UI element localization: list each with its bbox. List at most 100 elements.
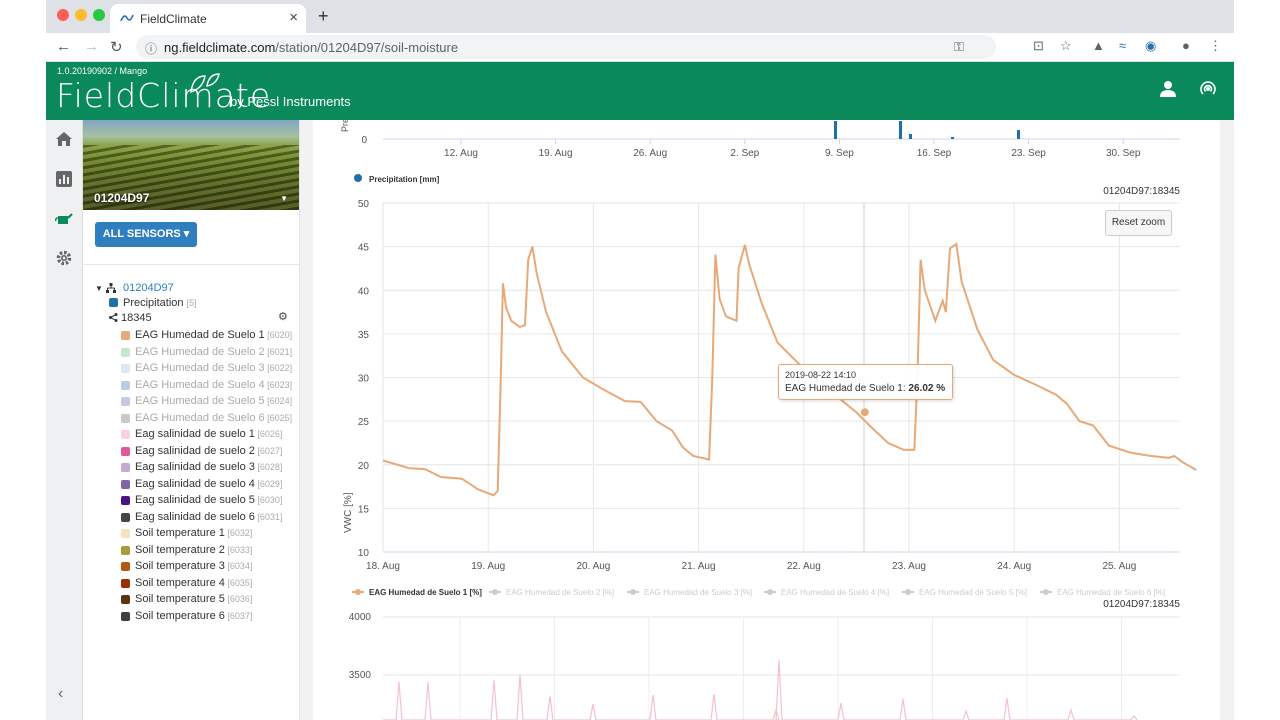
chart-tooltip: 2019-08-22 14:10 EAG Humedad de Suelo 1:… xyxy=(778,364,953,400)
precip-legend-label[interactable]: Precipitation [mm] xyxy=(369,175,440,184)
vwc-x-tick-label: 18. Aug xyxy=(366,561,400,572)
tree-expand-icon[interactable]: ▼ xyxy=(95,284,103,293)
salinity-series-line xyxy=(383,659,1138,720)
vwc-legend: EAG Humedad de Suelo 1 [%] EAG Humedad de… xyxy=(352,588,1165,597)
tree-root-station[interactable]: 01204D97 xyxy=(123,282,174,294)
watering-can-icon[interactable] xyxy=(55,209,73,227)
legend-marker xyxy=(492,589,498,595)
translate-icon[interactable]: ⊡ xyxy=(1033,38,1044,54)
sensor-swatch xyxy=(121,512,130,522)
sensor-item[interactable]: Soil temperature 3 [6034] xyxy=(135,560,252,572)
profile-icon[interactable]: ● xyxy=(1182,38,1190,53)
chart-icon[interactable] xyxy=(55,170,73,188)
drive-extension-icon[interactable]: ▲ xyxy=(1092,38,1105,53)
bookmark-star-icon[interactable]: ☆ xyxy=(1060,38,1072,54)
salinity-chart: 4000 3500 xyxy=(349,612,1180,720)
user-icon[interactable] xyxy=(1160,80,1176,98)
legend-item[interactable]: EAG Humedad de Suelo 1 [%] xyxy=(369,588,482,597)
sensor-item[interactable]: EAG Humedad de Suelo 3 [6022] xyxy=(135,362,292,374)
hover-data-point[interactable] xyxy=(859,407,870,418)
node-settings-icon[interactable]: ⚙ xyxy=(278,310,288,323)
extension-icon[interactable]: ≈ xyxy=(1119,38,1126,53)
tab-close-icon[interactable]: × xyxy=(289,9,298,26)
back-icon[interactable]: ← xyxy=(56,38,71,55)
browser-tab[interactable]: FieldClimate × xyxy=(110,4,306,33)
sensor-item[interactable]: Eag salinidad de suelo 4 [6029] xyxy=(135,478,282,490)
signal-icon[interactable] xyxy=(1199,80,1217,98)
sensor-swatch xyxy=(121,562,130,571)
key-icon[interactable]: ⚿ xyxy=(954,39,964,55)
sensor-label: Eag salinidad de suelo 4 xyxy=(135,477,255,490)
legend-item[interactable]: EAG Humedad de Suelo 2 [%] xyxy=(506,588,614,597)
sensor-item[interactable]: Soil temperature 1 [6032] xyxy=(135,527,252,539)
sensor-item[interactable]: EAG Humedad de Suelo 4 [6023] xyxy=(135,379,292,391)
station-sidebar: 01204D97 ▼ ALL SENSORS ▾ ▼ 01204D97 Prec… xyxy=(83,120,300,720)
tooltip-date: 2019-08-22 14:10 xyxy=(785,370,857,380)
sensor-item[interactable]: Eag salinidad de suelo 6 [6031] xyxy=(135,511,282,523)
reset-zoom-button[interactable]: Reset zoom xyxy=(1105,210,1172,236)
vwc-x-tick-label: 24. Aug xyxy=(997,561,1031,572)
url-host: ng.fieldclimate.com xyxy=(164,40,276,55)
app-header: 1.0.20190902 / Mango FieldClimate by Pes… xyxy=(46,62,1234,120)
sensor-code: [6032] xyxy=(224,528,253,538)
new-tab-icon[interactable]: + xyxy=(318,6,329,27)
legend-item[interactable]: EAG Humedad de Suelo 6 [%] xyxy=(1057,588,1165,597)
station-dropdown-icon[interactable]: ▼ xyxy=(280,194,288,203)
vwc-y-tick-label: 25 xyxy=(358,417,370,428)
main-content: 0 Prec 12. Aug 19. Aug 26. Aug 2. Sep 9. Sep… xyxy=(300,120,1234,720)
tab-strip: FieldClimate × + xyxy=(46,0,1234,33)
precip-x-tick-label: 16. Sep xyxy=(917,148,952,159)
legend-item[interactable]: EAG Humedad de Suelo 5 [%] xyxy=(919,588,1027,597)
tab-title: FieldClimate xyxy=(140,12,207,26)
sensor-item[interactable]: EAG Humedad de Suelo 1 [6020] xyxy=(135,329,292,341)
sensor-swatch xyxy=(121,380,130,390)
all-sensors-button[interactable]: ALL SENSORS ▾ xyxy=(95,222,197,247)
sensor-code: [6037] xyxy=(224,610,253,621)
gear-icon[interactable] xyxy=(55,249,73,267)
station-name: 01204D97 xyxy=(94,191,150,205)
sensor-item[interactable]: Soil temperature 4 [6035] xyxy=(135,577,252,589)
sensor-item[interactable]: Eag salinidad de suelo 1 [6026] xyxy=(135,428,282,440)
reload-icon[interactable]: ↻ xyxy=(110,38,123,56)
fieldclimate-favicon-icon xyxy=(120,14,134,22)
sensor-swatch xyxy=(121,397,130,406)
sensor-item[interactable]: Soil temperature 6 [6037] xyxy=(135,610,252,622)
maximize-window-button[interactable] xyxy=(93,9,105,21)
sensor-item[interactable]: EAG Humedad de Suelo 2 [6021] xyxy=(135,346,292,358)
search-extension-icon[interactable]: ◉ xyxy=(1145,38,1156,54)
sensor-item[interactable]: Eag salinidad de suelo 5 [6030] xyxy=(135,494,282,506)
sensor-item[interactable]: EAG Humedad de Suelo 5 [6024] xyxy=(135,395,292,407)
app-version: 1.0.20190902 / Mango xyxy=(57,66,148,76)
url-text: ng.fieldclimate.com/station/01204D97/soi… xyxy=(164,40,458,55)
collapse-sidebar-icon[interactable]: ‹ xyxy=(58,685,63,703)
tooltip-line: EAG Humedad de Suelo 1: 26.02 % xyxy=(785,383,945,394)
minimize-window-button[interactable] xyxy=(75,9,87,21)
menu-kebab-icon[interactable]: ⋮ xyxy=(1209,38,1222,54)
precip-x-tick-label: 26. Aug xyxy=(633,148,667,159)
sensor-swatch xyxy=(121,446,130,456)
sensor-code: [6031] xyxy=(254,511,283,522)
vwc-x-tick-label: 22. Aug xyxy=(787,561,821,572)
forward-icon[interactable]: → xyxy=(84,38,99,55)
sensor-swatch xyxy=(121,611,130,621)
sensor-label: Soil temperature 1 xyxy=(135,527,225,539)
legend-item[interactable]: EAG Humedad de Suelo 4 [%] xyxy=(781,588,889,597)
tree-node-18345[interactable]: 18345 xyxy=(121,312,152,324)
address-bar[interactable]: ⓘ ng.fieldclimate.com/station/01204D97/s… xyxy=(136,35,996,59)
sensor-item[interactable]: Soil temperature 2 [6033] xyxy=(135,544,252,556)
sensor-label: Eag salinidad de suelo 6 xyxy=(135,510,255,523)
site-info-icon[interactable]: ⓘ xyxy=(145,40,157,57)
close-window-button[interactable] xyxy=(57,9,69,21)
sensor-item[interactable]: Eag salinidad de suelo 3 [6028] xyxy=(135,461,282,473)
precip-bar xyxy=(1017,130,1020,139)
sensor-item[interactable]: EAG Humedad de Suelo 6 [6025] xyxy=(135,412,292,424)
sensor-label: EAG Humedad de Suelo 5 xyxy=(135,395,265,407)
sensor-item[interactable]: Soil temperature 5 [6036] xyxy=(135,593,252,605)
sensor-label: Eag salinidad de suelo 1 xyxy=(135,428,255,440)
sensor-label: Eag salinidad de suelo 5 xyxy=(135,494,255,506)
sensor-swatch xyxy=(121,364,130,373)
legend-item[interactable]: EAG Humedad de Suelo 3 [%] xyxy=(644,588,752,597)
sensor-item[interactable]: Eag salinidad de suelo 2 [6027] xyxy=(135,445,282,457)
home-icon[interactable] xyxy=(55,130,73,148)
tree-item-precipitation[interactable]: Precipitation [5] xyxy=(123,297,197,309)
